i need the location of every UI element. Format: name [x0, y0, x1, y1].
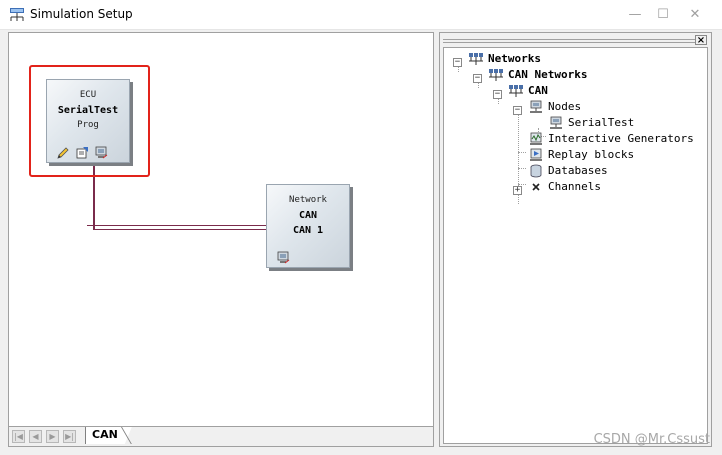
ecu-block[interactable]: ECU SerialTest Prog: [46, 79, 130, 163]
network-block[interactable]: Network CAN CAN 1: [266, 184, 350, 268]
expander-networks[interactable]: −: [453, 58, 462, 67]
edit-pencil-icon[interactable]: [56, 146, 70, 160]
tree-label: Networks: [488, 52, 541, 65]
expander-nodes[interactable]: −: [513, 106, 522, 115]
title-bar: Simulation Setup — ☐ ✕: [0, 0, 722, 30]
prev-tab-button[interactable]: ◀: [29, 430, 42, 443]
maximize-button[interactable]: ☐: [649, 4, 677, 26]
bus-line-bottom: [93, 229, 267, 230]
tree-label: CAN: [528, 84, 548, 97]
window-client: ECU SerialTest Prog Network CAN CAN 1 |◀…: [0, 30, 722, 455]
first-tab-button[interactable]: |◀: [12, 430, 25, 443]
tree-label: Nodes: [548, 100, 582, 113]
expander-can-networks[interactable]: −: [473, 74, 482, 83]
bus-line-top: [87, 225, 267, 226]
close-button[interactable]: ✕: [681, 4, 709, 26]
tree-label: CAN Networks: [508, 68, 588, 81]
tree-guide: [518, 168, 526, 169]
node-computer-icon[interactable]: [94, 146, 108, 160]
tree-close-button[interactable]: ×: [695, 35, 707, 46]
tree-guide: [518, 152, 526, 153]
tree-label: Interactive Generators: [548, 132, 694, 145]
network-icon: [509, 85, 523, 97]
pane-grip: [443, 39, 695, 43]
simulation-canvas-pane: ECU SerialTest Prog Network CAN CAN 1 |◀…: [8, 32, 434, 447]
ecu-block-kind: ECU: [79, 90, 97, 100]
expander-channels[interactable]: +: [513, 186, 522, 195]
tab-can[interactable]: CAN: [85, 427, 132, 444]
watermark-text: CSDN @Mr.Cssust: [593, 432, 710, 447]
next-tab-button[interactable]: ▶: [46, 430, 59, 443]
simulation-canvas[interactable]: ECU SerialTest Prog Network CAN CAN 1: [9, 33, 433, 426]
network-node-icon[interactable]: [276, 251, 290, 265]
ecu-block-name: SerialTest: [57, 105, 119, 116]
tree-label: Channels: [548, 180, 601, 193]
tree-label: SerialTest: [568, 116, 635, 129]
last-tab-button[interactable]: ▶|: [63, 430, 76, 443]
network-block-channel: CAN 1: [292, 225, 324, 236]
expander-can[interactable]: −: [493, 90, 502, 99]
network-block-kind: Network: [289, 195, 327, 205]
node-icon: [550, 116, 562, 129]
node-icon: [530, 100, 542, 113]
replay-icon: [530, 148, 542, 161]
simulation-setup-icon: [10, 8, 24, 21]
generator-icon: [530, 132, 542, 145]
network-tree-pane: × − Networks − CAN Networks − CAN − Node…: [439, 32, 712, 447]
canvas-tab-bar: |◀ ◀ ▶ ▶| CAN: [9, 426, 433, 446]
window-title: Simulation Setup: [30, 7, 133, 21]
tree-label: Databases: [548, 164, 608, 177]
ecu-block-sub: Prog: [77, 120, 99, 130]
database-icon: [530, 164, 542, 178]
network-block-name: CAN: [298, 210, 318, 221]
configure-icon[interactable]: [75, 146, 89, 160]
channels-icon: [532, 183, 540, 191]
tree-label: Replay blocks: [548, 148, 635, 161]
network-icon: [469, 53, 483, 65]
minimize-button[interactable]: —: [621, 4, 649, 26]
network-tree: − Networks − CAN Networks − CAN − Nodes …: [443, 47, 708, 444]
network-icon: [489, 69, 503, 81]
